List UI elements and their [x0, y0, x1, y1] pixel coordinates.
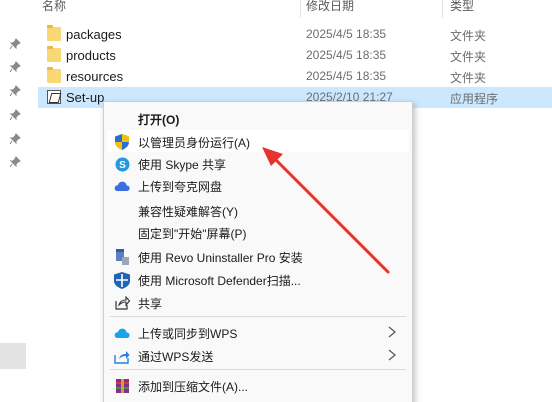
defender-shield-icon	[114, 271, 130, 289]
menu-item-label: 使用 Skype 共享	[138, 158, 227, 172]
wps-send-icon	[114, 348, 130, 364]
menu-item-revo-install[interactable]: 使用 Revo Uninstaller Pro 安装	[107, 245, 409, 267]
menu-item-label: 上传到夸克网盘	[138, 180, 223, 194]
pin-icon[interactable]	[9, 61, 21, 73]
pin-icon[interactable]	[9, 109, 21, 121]
column-name-header[interactable]: 名称	[42, 0, 66, 14]
chevron-right-icon	[388, 326, 396, 338]
application-icon	[47, 90, 61, 104]
column-type-header[interactable]: 类型	[450, 0, 474, 14]
menu-item-label: 共享	[138, 297, 163, 311]
folder-icon	[47, 46, 61, 62]
file-date: 2025/4/5 18:35	[306, 69, 387, 83]
pin-icon[interactable]	[9, 133, 21, 145]
file-type: 应用程序	[450, 92, 499, 106]
revo-uninstaller-icon	[114, 249, 130, 265]
quark-cloud-icon	[114, 178, 130, 194]
menu-item-label: 通过WPS发送	[138, 350, 214, 364]
column-divider[interactable]	[300, 0, 301, 18]
menu-item-label: 添加到压缩文件(A)...	[138, 380, 248, 394]
pin-icon[interactable]	[9, 85, 21, 97]
folder-icon	[47, 67, 61, 83]
share-icon	[114, 295, 130, 311]
wps-cloud-icon	[114, 325, 130, 341]
uac-shield-icon	[114, 134, 130, 150]
file-type: 文件夹	[450, 71, 487, 85]
column-date-header[interactable]: 修改日期	[306, 0, 354, 14]
menu-item-quark-upload[interactable]: 上传到夸克网盘	[107, 174, 409, 196]
svg-text:S: S	[119, 160, 126, 171]
menu-item-label: 以管理员身份运行(A)	[138, 136, 250, 150]
file-row-products[interactable]: products 2025/4/5 18:35 文件夹	[38, 45, 552, 66]
menu-item-compatibility[interactable]: 兼容性疑难解答(Y)	[107, 199, 409, 221]
file-type: 文件夹	[450, 50, 487, 64]
menu-separator	[110, 369, 406, 370]
folder-icon	[47, 25, 61, 41]
menu-item-wps-send[interactable]: 通过WPS发送	[107, 344, 409, 366]
file-name: Set-up	[66, 90, 105, 105]
file-type: 文件夹	[450, 29, 487, 43]
column-header: 名称 修改日期 类型	[30, 0, 552, 18]
file-date: 2025/4/5 18:35	[306, 48, 387, 62]
menu-item-skype-share[interactable]: S 使用 Skype 共享	[107, 152, 409, 174]
menu-item-share[interactable]: 共享	[107, 291, 409, 313]
menu-item-label: 使用 Revo Uninstaller Pro 安装	[138, 251, 303, 265]
menu-item-pin-to-start[interactable]: 固定到"开始"屏幕(P)	[107, 221, 409, 243]
file-row-resources[interactable]: resources 2025/4/5 18:35 文件夹	[38, 66, 552, 87]
navigation-selected-item[interactable]	[0, 343, 26, 369]
menu-item-add-to-archive[interactable]: 添加到压缩文件(A)...	[107, 374, 409, 396]
pin-icon[interactable]	[9, 156, 21, 168]
file-row-packages[interactable]: packages 2025/4/5 18:35 文件夹	[38, 24, 552, 45]
file-date: 2025/4/5 18:35	[306, 27, 387, 41]
winrar-icon	[114, 378, 130, 394]
menu-item-label: 使用 Microsoft Defender扫描...	[138, 274, 301, 288]
menu-item-label: 上传或同步到WPS	[138, 327, 238, 341]
pin-icon[interactable]	[9, 38, 21, 50]
menu-item-wps-sync[interactable]: 上传或同步到WPS	[107, 321, 409, 343]
menu-item-defender-scan[interactable]: 使用 Microsoft Defender扫描...	[107, 268, 409, 290]
column-divider[interactable]	[442, 0, 443, 18]
navigation-pane	[0, 0, 30, 402]
menu-item-label: 固定到"开始"屏幕(P)	[138, 227, 247, 241]
menu-item-label: 打开(O)	[138, 113, 180, 127]
context-menu: 打开(O) 以管理员身份运行(A) S 使用 Skype 共享 上传到夸克网盘 …	[103, 101, 413, 402]
menu-item-label: 兼容性疑难解答(Y)	[138, 205, 238, 219]
file-name: packages	[66, 27, 122, 42]
skype-icon: S	[114, 156, 130, 172]
menu-item-open[interactable]: 打开(O)	[107, 107, 409, 129]
menu-item-partial[interactable]	[107, 397, 409, 402]
file-name: products	[66, 48, 116, 63]
file-name: resources	[66, 69, 124, 84]
menu-item-run-as-admin[interactable]: 以管理员身份运行(A)	[107, 130, 409, 152]
menu-separator	[110, 316, 406, 317]
chevron-right-icon	[388, 349, 396, 361]
